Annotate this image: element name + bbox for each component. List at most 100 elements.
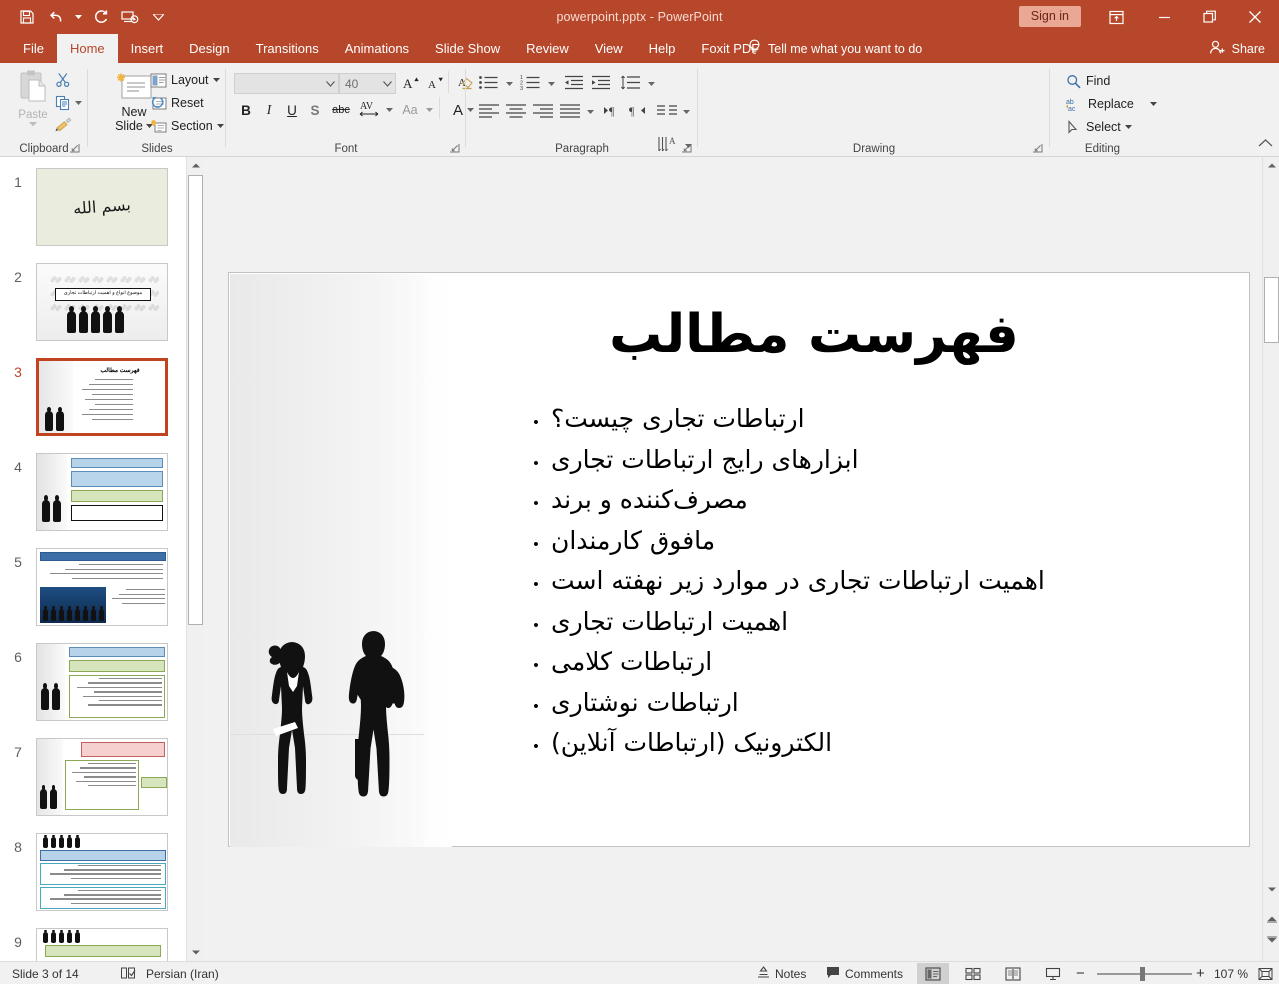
tab-transitions[interactable]: Transitions <box>243 34 332 63</box>
zoom-slider-thumb[interactable] <box>1140 967 1145 981</box>
tab-view[interactable]: View <box>582 34 636 63</box>
tab-slide-show[interactable]: Slide Show <box>422 34 513 63</box>
thumbnail-row[interactable]: 2 موضوع انواع و اهمیت ارتباطات تجاری <box>0 263 186 341</box>
drawing-dialog-launcher[interactable] <box>1032 141 1045 154</box>
font-size-combo[interactable]: 40 <box>339 73 396 94</box>
text-shadow-button[interactable]: S <box>303 99 327 121</box>
line-spacing-button[interactable] <box>618 71 644 93</box>
minimize-icon[interactable] <box>1142 0 1187 34</box>
slide-thumbnail-8[interactable] <box>36 833 168 911</box>
thumbnail-row[interactable]: 6 <box>0 643 186 721</box>
columns-menu-dropdown-icon[interactable] <box>680 101 692 123</box>
slide-counter[interactable]: Slide 3 of 14 <box>12 962 79 984</box>
close-icon[interactable] <box>1232 0 1277 34</box>
comments-button[interactable]: Comments <box>826 962 903 984</box>
replace-button[interactable]: ab ac Replace <box>1064 93 1159 115</box>
save-icon[interactable] <box>14 4 40 30</box>
copy-dropdown-icon[interactable] <box>72 92 84 114</box>
zoom-in-button[interactable]: + <box>1196 962 1205 984</box>
sign-in-button[interactable]: Sign in <box>1018 6 1081 27</box>
bullet-item[interactable]: • ارتباطات کلامی <box>521 646 1221 682</box>
bullet-item[interactable]: • ابزارهای رایج ارتباطات تجاری <box>521 444 1221 480</box>
columns-dropdown-icon[interactable] <box>584 101 596 123</box>
character-spacing-dropdown-icon[interactable] <box>383 99 395 121</box>
text-direction-dropdown-icon[interactable] <box>682 135 694 157</box>
customize-quick-access-toolbar-icon[interactable] <box>152 4 165 30</box>
increase-font-size-icon[interactable]: A <box>400 72 424 94</box>
thumbnail-row[interactable]: 8 <box>0 833 186 911</box>
find-button[interactable]: Find <box>1064 70 1112 92</box>
next-slide-button[interactable] <box>1263 931 1279 948</box>
decrease-font-size-icon[interactable]: A <box>424 72 448 94</box>
select-button[interactable]: Select <box>1064 116 1134 138</box>
columns-button[interactable] <box>654 99 680 121</box>
section-button[interactable]: Section <box>148 115 226 137</box>
normal-view-button[interactable] <box>917 963 949 984</box>
slide-scroll-up-icon[interactable] <box>1263 157 1279 174</box>
slide-thumbnail-pane[interactable]: 1 بسم الله 2 موضوع انواع و اهمیت ارتباطات ت… <box>0 157 186 961</box>
thumbnail-row[interactable]: 1 بسم الله <box>0 168 186 246</box>
start-from-beginning-icon[interactable] <box>117 4 143 30</box>
tab-insert[interactable]: Insert <box>118 34 177 63</box>
text-direction-button[interactable]: A <box>656 133 682 155</box>
tab-design[interactable]: Design <box>176 34 242 63</box>
share-button[interactable]: Share <box>1209 34 1265 63</box>
bullet-item[interactable]: • ارتباطات تجاری چیست؟ <box>521 403 1221 439</box>
slide-thumbnail-5[interactable] <box>36 548 168 626</box>
center-button[interactable] <box>503 99 529 121</box>
italic-button[interactable]: I <box>257 99 281 121</box>
align-right-button[interactable] <box>530 99 556 121</box>
decrease-indent-button[interactable] <box>561 71 587 93</box>
slide-thumbnail-3[interactable]: فهرست مطالب <box>36 358 168 436</box>
line-spacing-dropdown-icon[interactable] <box>645 73 657 95</box>
slide-thumbnail-7[interactable] <box>36 738 168 816</box>
slide-thumbnail-1[interactable]: بسم الله <box>36 168 168 246</box>
previous-slide-button[interactable] <box>1263 911 1279 928</box>
bullet-item[interactable]: • الکترونیک (ارتباطات آنلاین) <box>521 727 1221 763</box>
change-case-dropdown-icon[interactable] <box>423 99 435 121</box>
thumbnail-row[interactable]: 7 <box>0 738 186 816</box>
format-painter-icon[interactable] <box>50 114 76 136</box>
zoom-out-button[interactable]: − <box>1076 962 1085 984</box>
character-spacing-button[interactable]: AV <box>357 97 383 119</box>
bullets-dropdown-icon[interactable] <box>503 73 515 95</box>
clipboard-dialog-launcher[interactable] <box>69 141 82 154</box>
current-slide[interactable]: فهرست مطالب • ارتباطات تجاری چیست؟ • ابزاره… <box>228 272 1250 847</box>
numbering-button[interactable]: 123 <box>518 71 544 93</box>
slide-thumbnail-4[interactable] <box>36 453 168 531</box>
thumbnail-scrollbar[interactable] <box>186 157 203 961</box>
undo-icon[interactable] <box>43 4 69 30</box>
language-indicator[interactable]: Persian (Iran) <box>120 962 219 984</box>
rtl-text-direction-button[interactable]: ¶ <box>626 99 650 121</box>
align-left-button[interactable] <box>476 99 502 121</box>
collapse-ribbon-icon[interactable] <box>1258 135 1273 153</box>
cut-scissors-icon[interactable] <box>50 69 76 91</box>
bullet-item[interactable]: • اهمیت ارتباطات تجاری در موارد زیر نهفته… <box>521 565 1221 601</box>
slide-show-button[interactable] <box>1037 963 1069 984</box>
thumbnail-row[interactable]: 4 <box>0 453 186 531</box>
ltr-text-direction-button[interactable]: ¶ <box>600 99 624 121</box>
reset-button[interactable]: Reset <box>148 92 206 114</box>
slide-sorter-view-button[interactable] <box>957 963 989 984</box>
bullet-item[interactable]: • ارتباطات نوشتاری <box>521 687 1221 723</box>
slide-thumbnail-9[interactable] <box>36 928 168 961</box>
underline-button[interactable]: U <box>280 99 304 121</box>
notes-button[interactable]: Notes <box>757 962 806 984</box>
font-dialog-launcher[interactable] <box>449 141 462 154</box>
thumbnail-row[interactable]: 5 <box>0 548 186 626</box>
tab-file[interactable]: File <box>10 34 57 63</box>
bullet-item[interactable]: • اهمیت ارتباطات تجاری <box>521 606 1221 642</box>
fit-slide-to-window-icon[interactable] <box>1258 962 1273 984</box>
bullets-button[interactable] <box>476 71 502 93</box>
numbering-dropdown-icon[interactable] <box>545 73 557 95</box>
justify-button[interactable] <box>557 99 583 121</box>
bullet-item[interactable]: • مصرف‌کننده و برند <box>521 484 1221 520</box>
undo-dropdown-icon[interactable] <box>72 4 85 30</box>
slide-scroll-down-icon[interactable] <box>1263 881 1279 898</box>
restore-icon[interactable] <box>1187 0 1232 34</box>
font-name-combo[interactable] <box>234 73 339 94</box>
thumbnail-scroll-thumb[interactable] <box>188 175 203 625</box>
change-case-button[interactable]: Aa <box>397 99 423 121</box>
ribbon-display-options-icon[interactable] <box>1094 0 1139 34</box>
zoom-level-label[interactable]: 107 % <box>1214 962 1248 984</box>
